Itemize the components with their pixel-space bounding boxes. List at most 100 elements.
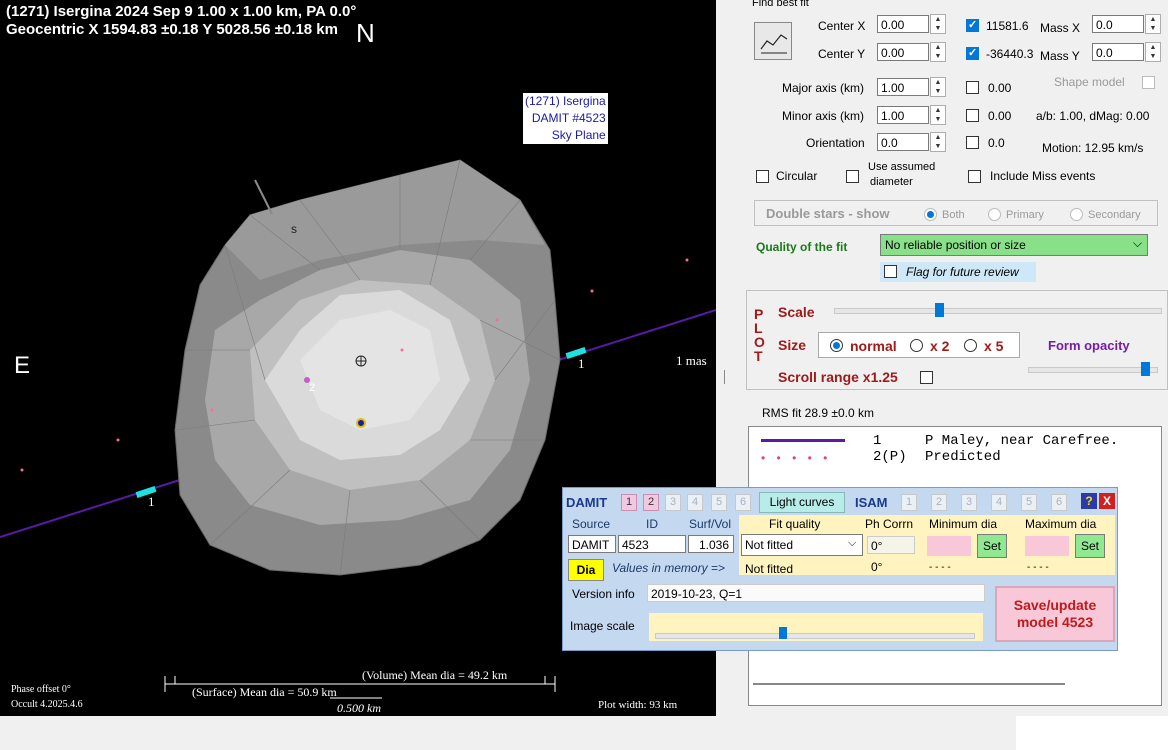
secondary-label: Secondary xyxy=(1088,209,1141,221)
y-check-value: -36440.3 xyxy=(986,47,1034,61)
major-check-value: 0.00 xyxy=(988,81,1012,95)
maxdia-set-button[interactable]: Set xyxy=(1075,534,1105,558)
minor-check-value: 0.00 xyxy=(988,109,1012,123)
primary-radio[interactable] xyxy=(988,208,1001,221)
size-x5-radio[interactable] xyxy=(964,339,977,352)
asteroid-label-box: (1271) Isergina DAMIT #4523 Sky Plane xyxy=(523,93,608,144)
mindia-field[interactable] xyxy=(927,536,971,556)
damit-2[interactable]: 2 xyxy=(643,494,659,511)
damit-6[interactable]: 6 xyxy=(735,494,751,511)
major-axis-check[interactable] xyxy=(966,81,979,94)
isam-1[interactable]: 1 xyxy=(901,494,917,511)
x-check-value: 11581.6 xyxy=(986,19,1029,33)
phcorr-field[interactable]: 0° xyxy=(867,536,915,554)
plot-width: Plot width: 93 km xyxy=(598,699,678,711)
orientation-check[interactable] xyxy=(966,136,979,149)
assumed-dia-check[interactable] xyxy=(846,170,859,183)
rms-fit: RMS fit 28.9 ±0.0 km xyxy=(762,406,874,420)
light-curves-button[interactable]: Light curves xyxy=(759,492,845,513)
size-x2-radio[interactable] xyxy=(910,339,923,352)
help-icon[interactable]: ? xyxy=(1081,493,1097,509)
center-x-spin[interactable]: ▲ ▼ xyxy=(930,14,946,34)
plot-title-2: Geocentric X 1594.83 ±0.18 Y 5028.56 ±0.… xyxy=(6,21,338,38)
both-radio[interactable] xyxy=(924,208,937,221)
dia-button[interactable]: Dia xyxy=(568,559,604,581)
best-fit-button[interactable] xyxy=(754,22,792,60)
isam-3[interactable]: 3 xyxy=(961,494,977,511)
mass-y-input[interactable]: 0.0 xyxy=(1092,43,1144,61)
volume-dia: (Volume) Mean dia = 49.2 km xyxy=(362,668,508,682)
minor-axis-check[interactable] xyxy=(966,109,979,122)
minor-axis-label: Minor axis (km) xyxy=(782,109,865,123)
size-normal-label: normal xyxy=(850,338,897,354)
surf-header: Surf/Vol xyxy=(689,517,732,531)
major-axis-input[interactable]: 1.00 xyxy=(877,78,929,96)
isam-5[interactable]: 5 xyxy=(1021,494,1037,511)
damit-4[interactable]: 4 xyxy=(687,494,703,511)
include-miss-check[interactable] xyxy=(968,170,981,183)
size-x5-label: x 5 xyxy=(984,338,1004,354)
minor-axis-input[interactable]: 1.00 xyxy=(877,106,929,124)
damit-5[interactable]: 5 xyxy=(711,494,727,511)
source-field[interactable]: DAMIT xyxy=(568,535,616,553)
opacity-track[interactable] xyxy=(1028,367,1158,373)
mindia-set-button[interactable]: Set xyxy=(977,534,1007,558)
predicted-label: 2 xyxy=(309,382,316,394)
motion-text: Motion: 12.95 km/s xyxy=(1042,141,1144,155)
center-y-check[interactable] xyxy=(966,46,979,60)
damit-title: DAMIT xyxy=(566,495,608,510)
secondary-radio[interactable] xyxy=(1070,208,1083,221)
east-label: E xyxy=(14,352,31,379)
flag-review-check[interactable] xyxy=(884,265,897,278)
list-scrollbar[interactable] xyxy=(753,683,1065,685)
chord-label-1b: 1 xyxy=(148,494,155,509)
memory-min: - - - - xyxy=(929,562,951,573)
size-normal-radio[interactable] xyxy=(830,339,843,352)
quality-select[interactable]: No reliable position or size ⌵ xyxy=(880,234,1148,256)
circular-label: Circular xyxy=(776,169,818,183)
isam-4[interactable]: 4 xyxy=(991,494,1007,511)
north-label: N xyxy=(356,18,375,48)
center-y-spin[interactable]: ▲ ▼ xyxy=(930,42,946,62)
isam-6[interactable]: 6 xyxy=(1051,494,1067,511)
scale-track[interactable] xyxy=(834,308,1162,314)
scale-thumb[interactable] xyxy=(935,303,945,317)
shape-model-check[interactable] xyxy=(1142,76,1155,89)
minor-axis-spin[interactable]: ▲ ▼ xyxy=(930,105,946,125)
legend-name-2: Predicted xyxy=(925,449,1001,465)
version-label: Version info xyxy=(572,587,635,601)
legend-num-1: 1 xyxy=(873,433,882,449)
image-scale-label: Image scale xyxy=(570,619,635,633)
circular-check[interactable] xyxy=(756,170,769,183)
save-update-button[interactable]: Save/update model 4523 xyxy=(995,586,1115,642)
center-y-input[interactable]: 0.00 xyxy=(877,43,929,61)
damit-panel: DAMIT 1 2 3 4 5 6 Light curves ISAM 1 2 … xyxy=(562,487,1118,651)
legend-num-2: 2(P) xyxy=(873,449,907,465)
fitq-select[interactable]: Not fitted ⌵ xyxy=(741,534,863,556)
isam-2[interactable]: 2 xyxy=(931,494,947,511)
close-icon[interactable]: X xyxy=(1099,493,1115,509)
orientation-spin[interactable]: ▲ ▼ xyxy=(930,132,946,152)
major-axis-spin[interactable]: ▲ ▼ xyxy=(930,77,946,97)
maxdia-field[interactable] xyxy=(1025,536,1069,556)
version-field[interactable]: 2019-10-23, Q=1 xyxy=(647,584,985,602)
scroll-range-check[interactable] xyxy=(920,371,933,384)
center-x-input[interactable]: 0.00 xyxy=(877,15,929,33)
center-x-check[interactable] xyxy=(966,18,979,32)
mass-y-spin[interactable]: ▲ ▼ xyxy=(1145,42,1161,62)
mass-x-spin[interactable]: ▲ ▼ xyxy=(1145,14,1161,34)
mass-x-input[interactable]: 0.0 xyxy=(1092,15,1144,33)
include-miss-label: Include Miss events xyxy=(990,169,1096,183)
mindia-header: Minimum dia xyxy=(929,517,998,531)
id-field[interactable]: 4523 xyxy=(618,535,686,553)
damit-1[interactable]: 1 xyxy=(621,494,637,511)
damit-3[interactable]: 3 xyxy=(665,494,681,511)
image-scale-track[interactable] xyxy=(655,633,975,639)
opacity-thumb[interactable] xyxy=(1141,362,1151,376)
plot-title-1: (1271) Isergina 2024 Sep 9 1.00 x 1.00 k… xyxy=(6,3,357,20)
surf-field[interactable]: 1.036 xyxy=(688,535,734,553)
image-scale-thumb[interactable] xyxy=(778,627,787,639)
orientation-input[interactable]: 0.0 xyxy=(877,133,929,151)
center-y-label: Center Y xyxy=(818,47,866,61)
legend-name-1: P Maley, near Carefree. xyxy=(925,433,1119,449)
